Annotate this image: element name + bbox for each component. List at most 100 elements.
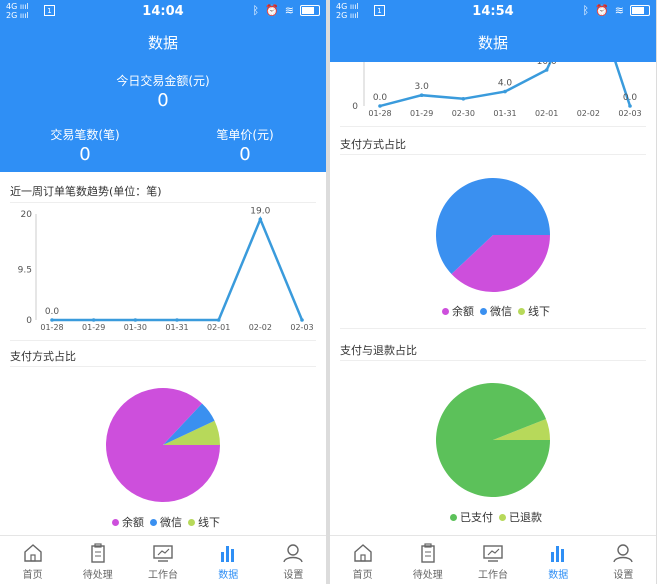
y-tick-label: 0 [26,316,32,326]
bottom-tab-bar: 首页 待处理 工作台 数据 设置 [330,535,656,584]
user-icon [591,543,656,563]
legend-swatch [188,519,195,526]
x-tick-label: 01-31 [493,109,516,118]
data-label: 3.0 [415,82,430,92]
divider [340,154,646,155]
bluetooth-icon: ᛒ [252,4,260,17]
page-title: 数据 [0,24,326,62]
tab-clipboard[interactable]: 待处理 [65,536,130,584]
tab-home[interactable]: 首页 [330,536,395,584]
trend-chart-title: 近一周订单笔数趋势(单位：笔) [10,185,162,198]
data-point [258,217,263,222]
tx-count-label: 交易笔数(笔) [50,128,120,142]
tab-label: 待处理 [412,570,443,581]
tab-bar-chart[interactable]: 数据 [526,536,591,584]
divider [340,360,646,361]
unit-price-label: 笔单价(元) [216,128,274,142]
legend-swatch [450,514,457,521]
tab-label: 待处理 [82,570,113,581]
y-tick-label: 0 [352,102,358,112]
order-trend-line-chart: 0 9.5 20 0.0 01-28 01-29 01-30 01-31 02-01 19.0 02… [18,206,314,332]
legend-item[interactable]: 余额 [106,516,144,529]
refund-chart-title: 支付与退款占比 [340,344,417,357]
workbench-icon [130,543,195,563]
tab-workbench[interactable]: 工作台 [130,536,195,584]
x-tick-label: 02-02 [577,109,600,118]
data-point [503,89,507,94]
tab-bar-chart[interactable]: 数据 [196,536,261,584]
data-point [133,318,138,322]
tab-label: 设置 [613,570,634,581]
tab-user[interactable]: 设置 [261,536,326,584]
legend-swatch [499,514,506,521]
legend-item[interactable]: 余额 [436,305,474,318]
workbench-icon [460,543,525,563]
data-point [50,318,54,322]
data-label: 4.0 [498,79,513,89]
x-tick-label: 01-31 [165,323,188,332]
status-bar: 4G ıııl 2G ıııl 1 14:04 ᛒ ⏰ ≋ [0,0,326,24]
today-amount-value: 0 [157,90,169,111]
legend-label: 余额 [452,305,474,318]
payment-legend: 余额 微信 线下 [0,514,326,530]
x-tick-label: 01-29 [410,109,433,118]
unit-price-value: 0 [239,144,251,165]
payment-method-pie-chart [436,178,550,292]
tab-home[interactable]: 首页 [0,536,65,584]
legend-item[interactable]: 线下 [512,305,550,318]
battery-icon [300,5,320,16]
status-bar: 4G ıııl 2G ıııl 1 14:54 ᛒ ⏰ ≋ [330,0,656,24]
wifi-icon: ≋ [284,4,294,17]
x-tick-label: 02-30 [452,109,475,118]
tab-label: 工作台 [148,570,178,581]
legend-swatch [112,519,119,526]
page-title: 数据 [330,24,656,62]
x-tick-label: 01-28 [368,109,391,118]
legend-item[interactable]: 线下 [182,516,220,529]
legend-swatch [480,308,487,315]
legend-swatch [150,519,157,526]
battery-icon [630,5,650,16]
legend-label: 线下 [198,516,220,529]
tab-clipboard[interactable]: 待处理 [395,536,460,584]
legend-item[interactable]: 已退款 [493,511,542,524]
legend-swatch [442,308,449,315]
summary-panel: 今日交易金额(元) 0 交易笔数(笔) 0 笔单价(元) 0 [0,62,326,172]
alarm-icon: ⏰ [595,4,609,17]
divider [340,328,646,329]
x-tick-label: 02-02 [249,323,272,332]
payment-method-pie-chart [106,388,220,503]
alarm-icon: ⏰ [265,4,279,17]
data-point [216,318,221,322]
data-point [461,97,466,101]
phone-screen-right: 4G ıııl 2G ıııl 1 14:54 ᛒ ⏰ ≋ 数据 0 0.0 01-2… [330,0,656,584]
x-tick-label: 01-29 [82,323,105,332]
data-point [419,93,424,97]
y-tick-label: 20 [21,210,33,220]
clipboard-icon [65,543,130,563]
data-label: 19.0 [250,206,270,216]
y-tick-label: 9.5 [18,266,32,276]
legend-item[interactable]: 微信 [474,305,512,318]
data-point [175,318,179,322]
legend-item[interactable]: 微信 [144,516,182,529]
bottom-tab-bar: 首页 待处理 工作台 数据 设置 [0,535,326,584]
bar-chart-icon [196,543,261,563]
wifi-icon: ≋ [614,4,624,17]
data-label: 10.0 [537,62,557,67]
x-tick-label: 02-01 [535,109,558,118]
data-point [300,318,304,322]
x-tick-label: 01-28 [40,323,63,332]
data-point [91,318,96,322]
series-line [52,216,304,322]
legend-item[interactable]: 已支付 [444,511,493,524]
tab-user[interactable]: 设置 [591,536,656,584]
user-icon [261,543,326,563]
bluetooth-icon: ᛒ [582,4,590,17]
today-amount-label: 今日交易金额(元) [116,74,210,88]
legend-label: 已支付 [460,511,493,524]
tab-workbench[interactable]: 工作台 [460,536,525,584]
tab-label: 设置 [283,570,304,581]
legend-label: 微信 [490,305,512,318]
tx-count-value: 0 [79,144,91,165]
